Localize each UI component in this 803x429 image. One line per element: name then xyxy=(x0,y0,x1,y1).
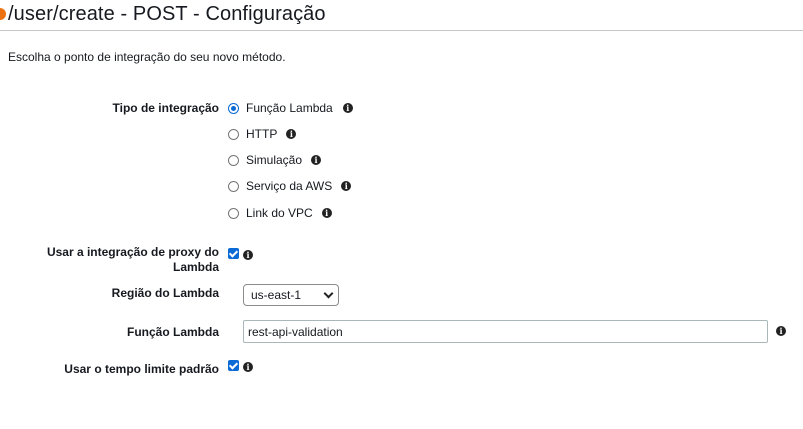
radio-mock-label: Simulação xyxy=(246,153,303,167)
info-icon[interactable]: i xyxy=(776,326,786,336)
info-icon[interactable]: i xyxy=(342,103,353,113)
proxy-checkbox[interactable] xyxy=(228,248,239,259)
region-label: Região do Lambda xyxy=(111,286,219,300)
region-select-value: us-east-1 xyxy=(251,288,302,302)
status-dot xyxy=(0,8,6,20)
radio-mock[interactable] xyxy=(228,154,239,166)
divider xyxy=(0,30,803,31)
radio-http[interactable] xyxy=(228,128,239,140)
info-icon[interactable]: i xyxy=(321,208,332,218)
integration-type-label: Tipo de integração xyxy=(112,101,219,115)
timeout-checkbox[interactable] xyxy=(228,360,239,371)
info-icon[interactable]: i xyxy=(311,155,322,165)
intro-text: Escolha o ponto de integração do seu nov… xyxy=(8,50,286,64)
radio-vpc-link[interactable] xyxy=(228,207,239,219)
radio-aws-service-label: Serviço da AWS xyxy=(246,179,333,193)
radio-option-lambda[interactable]: Função Lambda i xyxy=(228,101,353,115)
radio-option-aws-service[interactable]: Serviço da AWS i xyxy=(228,179,352,193)
timeout-label: Usar o tempo limite padrão xyxy=(64,362,219,376)
proxy-label-line1: Usar a integração de proxy do xyxy=(46,245,219,259)
radio-http-label: HTTP xyxy=(246,127,278,141)
proxy-label: Usar a integração de proxy do Lambda xyxy=(47,245,219,275)
region-select[interactable]: us-east-1 xyxy=(243,284,339,306)
radio-lambda-label: Função Lambda xyxy=(246,101,333,115)
page-title: /user/create - POST - Configuração xyxy=(8,3,326,25)
chevron-down-icon xyxy=(323,288,334,299)
radio-vpc-link-label: Link do VPC xyxy=(246,206,313,220)
info-icon[interactable]: i xyxy=(243,362,253,372)
info-icon[interactable]: i xyxy=(286,129,297,139)
radio-option-http[interactable]: HTTP i xyxy=(228,127,297,141)
lambda-function-input[interactable] xyxy=(243,320,768,343)
info-icon[interactable]: i xyxy=(341,181,352,191)
info-icon[interactable]: i xyxy=(243,250,253,260)
radio-aws-service[interactable] xyxy=(228,180,239,192)
lambda-function-label: Função Lambda xyxy=(126,325,219,339)
proxy-label-line2: Lambda xyxy=(172,260,219,274)
radio-option-mock[interactable]: Simulação i xyxy=(228,153,322,167)
radio-lambda[interactable] xyxy=(228,102,239,114)
radio-option-vpc-link[interactable]: Link do VPC i xyxy=(228,206,332,220)
